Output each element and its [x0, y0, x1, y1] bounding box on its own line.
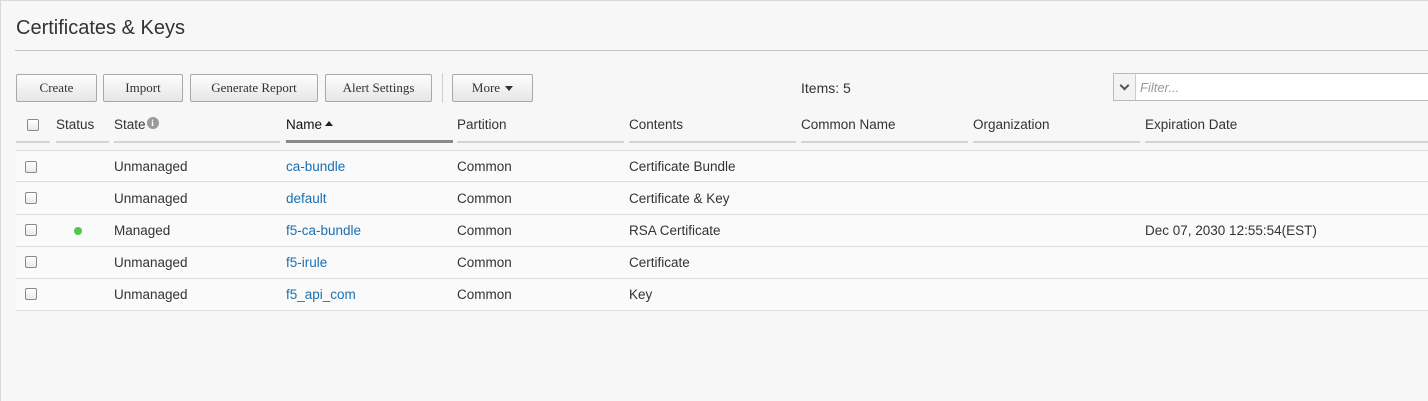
- row-partition: Common: [457, 223, 512, 238]
- row-name-link[interactable]: f5-ca-bundle: [286, 215, 361, 246]
- table-row[interactable]: Managed f5-ca-bundle Common RSA Certific…: [16, 215, 1428, 247]
- column-header-state[interactable]: State i: [114, 117, 280, 143]
- row-contents: Certificate: [629, 255, 690, 270]
- row-name-link[interactable]: f5-irule: [286, 247, 327, 278]
- table-row[interactable]: Unmanaged ca-bundle Common Certificate B…: [16, 150, 1428, 182]
- row-state: Unmanaged: [114, 255, 188, 270]
- row-checkbox[interactable]: [25, 256, 37, 268]
- row-partition: Common: [457, 287, 512, 302]
- row-name-link[interactable]: default: [286, 183, 327, 214]
- page-title: Certificates & Keys: [16, 17, 185, 39]
- name-header-label: Name: [286, 117, 323, 132]
- row-expiration: Dec 07, 2030 12:55:54(EST): [1145, 223, 1317, 238]
- row-state: Unmanaged: [114, 287, 188, 302]
- chevron-down-icon: [1119, 80, 1130, 90]
- certificates-panel: Certificates & Keys Create Import Genera…: [0, 0, 1428, 401]
- filter-dropdown-button[interactable]: [1114, 74, 1136, 100]
- row-contents: Certificate Bundle: [629, 159, 736, 174]
- create-button[interactable]: Create: [16, 74, 97, 102]
- row-name-link[interactable]: ca-bundle: [286, 151, 345, 182]
- partition-header-label: Partition: [457, 117, 507, 132]
- status-header-label: Status: [56, 117, 95, 132]
- contents-header-label: Contents: [629, 117, 684, 132]
- column-header-status[interactable]: Status: [56, 117, 109, 143]
- filter-input[interactable]: [1136, 74, 1428, 100]
- row-checkbox[interactable]: [25, 224, 37, 236]
- column-header-organization[interactable]: Organization: [973, 117, 1140, 143]
- row-name-link[interactable]: f5_api_com: [286, 279, 356, 310]
- column-header-name[interactable]: Name: [286, 117, 453, 143]
- caret-down-icon: [505, 85, 514, 91]
- select-all-checkbox[interactable]: [27, 119, 39, 131]
- row-partition: Common: [457, 255, 512, 270]
- organization-header-label: Organization: [973, 117, 1050, 132]
- column-header-partition[interactable]: Partition: [457, 117, 624, 143]
- items-count: Items: 5: [801, 80, 851, 96]
- title-divider: [15, 50, 1428, 51]
- row-partition: Common: [457, 159, 512, 174]
- row-checkbox[interactable]: [25, 161, 37, 173]
- row-contents: Certificate & Key: [629, 191, 730, 206]
- row-state: Unmanaged: [114, 191, 188, 206]
- column-header-contents[interactable]: Contents: [629, 117, 796, 143]
- row-contents: Key: [629, 287, 653, 302]
- column-header-common-name[interactable]: Common Name: [801, 117, 968, 143]
- filter-box: [1113, 73, 1428, 101]
- common-name-header-label: Common Name: [801, 117, 896, 132]
- row-checkbox[interactable]: [25, 288, 37, 300]
- info-icon[interactable]: i: [146, 117, 159, 129]
- row-partition: Common: [457, 191, 512, 206]
- row-state: Managed: [114, 223, 171, 238]
- table-row[interactable]: Unmanaged f5_api_com Common Key: [16, 279, 1428, 311]
- more-label: More: [471, 80, 501, 95]
- row-checkbox[interactable]: [25, 192, 37, 204]
- state-header-label: State: [114, 117, 146, 132]
- row-contents: RSA Certificate: [629, 223, 721, 238]
- table-row[interactable]: Unmanaged default Common Certificate & K…: [16, 183, 1428, 215]
- alert-settings-button[interactable]: Alert Settings: [325, 74, 432, 102]
- more-button[interactable]: More: [452, 74, 533, 102]
- expiration-header-label: Expiration Date: [1145, 117, 1238, 132]
- generate-report-button[interactable]: Generate Report: [190, 74, 318, 102]
- select-all-header: [16, 117, 50, 143]
- import-button[interactable]: Import: [103, 74, 183, 102]
- row-state: Unmanaged: [114, 159, 188, 174]
- sort-ascending-icon: [325, 121, 334, 126]
- toolbar-divider: [442, 73, 443, 103]
- table-row[interactable]: Unmanaged f5-irule Common Certificate: [16, 247, 1428, 279]
- column-header-expiration[interactable]: Expiration Date: [1145, 117, 1428, 143]
- status-green-icon: [74, 227, 82, 235]
